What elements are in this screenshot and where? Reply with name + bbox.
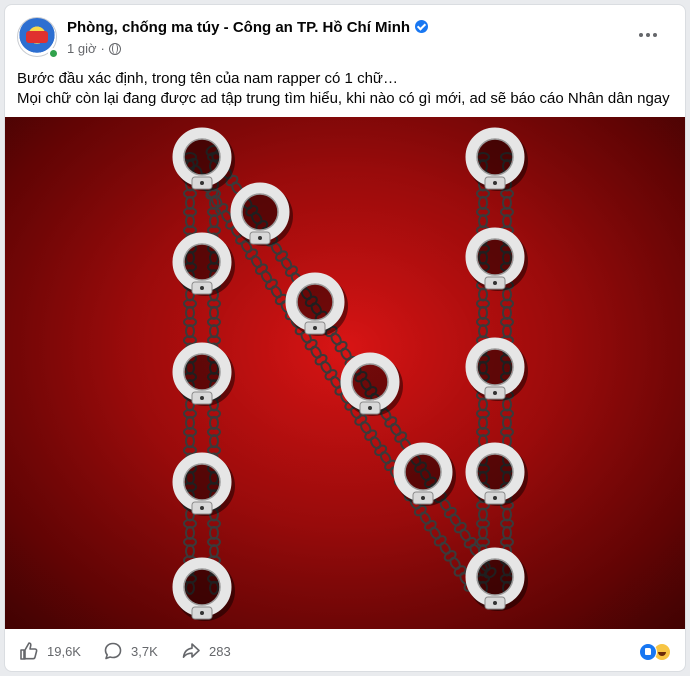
handcuff: [172, 342, 235, 406]
handcuff: [465, 227, 528, 291]
share-icon: [182, 643, 200, 658]
post-header: Phòng, chống ma túy - Công an TP. Hồ Chí…: [17, 17, 673, 63]
post-card: Phòng, chống ma túy - Công an TP. Hồ Chí…: [4, 4, 686, 672]
like-count: 19,6K: [47, 643, 81, 659]
more-dot: [639, 33, 643, 37]
verified-icon: [415, 20, 429, 33]
post-meta: 1 giờ ·: [67, 41, 121, 56]
handcuff: [172, 232, 235, 296]
handcuff: [230, 182, 293, 246]
post-image[interactable]: [5, 117, 685, 629]
more-dot: [646, 33, 650, 37]
comment-button[interactable]: 3,7K: [103, 641, 158, 661]
handcuff-n-illustration: [5, 117, 685, 629]
more-dot: [653, 33, 657, 37]
avatar[interactable]: [17, 17, 59, 59]
action-bar: 19,6K 3,7K 283: [5, 629, 685, 671]
comment-icon: [104, 642, 122, 660]
handcuff: [465, 547, 528, 611]
more-icon[interactable]: [633, 25, 663, 45]
like-button[interactable]: 19,6K: [19, 641, 81, 661]
post-time[interactable]: 1 giờ: [67, 41, 97, 56]
like-reaction-icon: [639, 643, 657, 661]
like-icon: [20, 642, 38, 660]
avatar-emblem: [26, 31, 48, 43]
handcuff: [393, 442, 456, 506]
handcuff: [465, 127, 528, 191]
online-status-dot: [48, 48, 59, 59]
handcuff: [172, 127, 235, 191]
page-name-line: Phòng, chống ma túy - Công an TP. Hồ Chí…: [67, 19, 429, 36]
handcuff: [172, 452, 235, 516]
meta-separator: ·: [100, 41, 105, 56]
share-count: 283: [209, 643, 231, 659]
globe-icon: [108, 42, 121, 55]
handcuff: [285, 272, 348, 336]
reaction-icons[interactable]: [639, 643, 671, 661]
handcuff: [465, 442, 528, 506]
handcuff: [172, 557, 235, 621]
share-button[interactable]: 283: [181, 641, 231, 661]
post-text: Bước đầu xác định, trong tên của nam rap…: [17, 69, 673, 109]
page-name[interactable]: Phòng, chống ma túy - Công an TP. Hồ Chí…: [67, 19, 410, 36]
comment-count: 3,7K: [131, 643, 158, 659]
post-text-line-2: Mọi chữ còn lại đang được ad tập trung t…: [17, 90, 670, 107]
handcuff: [340, 352, 403, 416]
handcuff: [465, 337, 528, 401]
post-text-line-1: Bước đầu xác định, trong tên của nam rap…: [17, 70, 398, 87]
